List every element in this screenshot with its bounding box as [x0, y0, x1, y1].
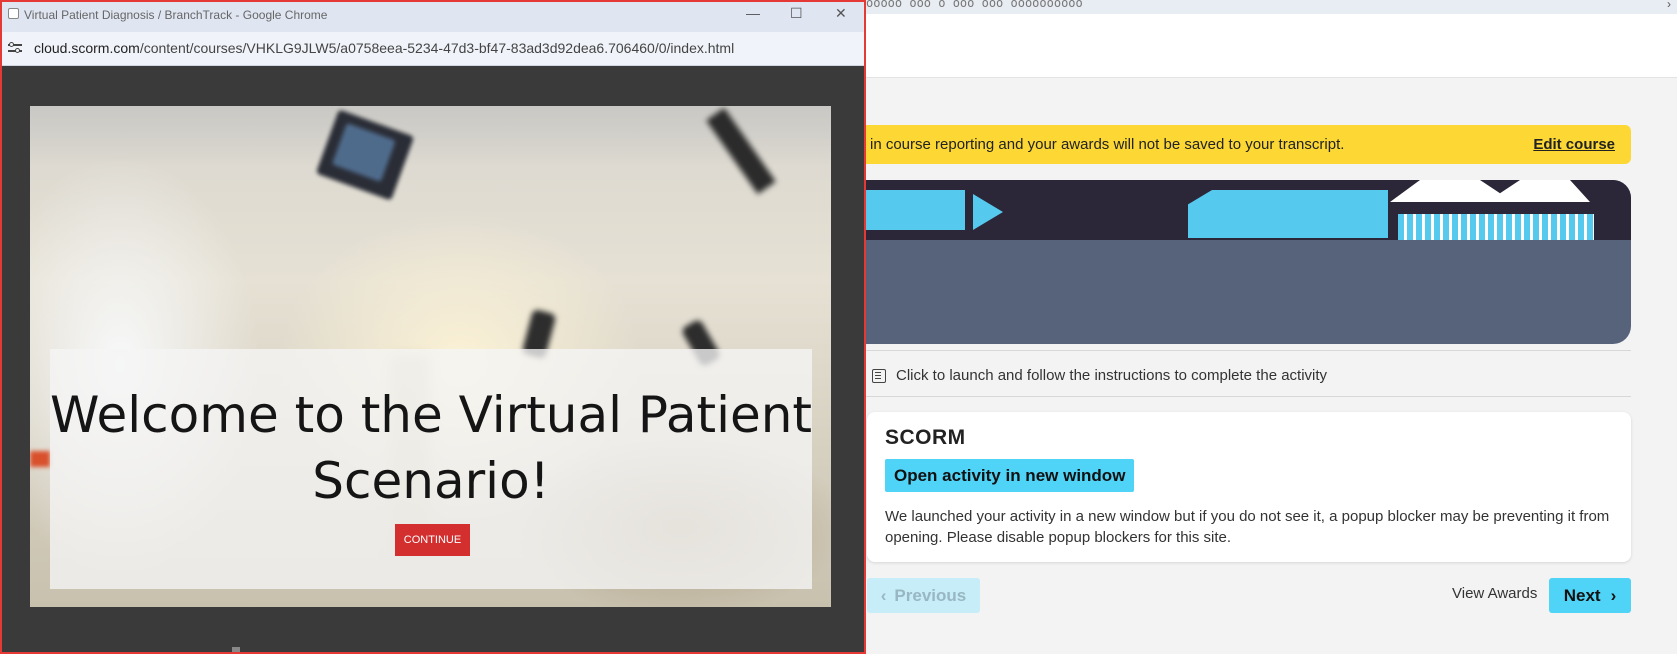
course-hero-image [850, 180, 1631, 344]
chevron-right-icon: › [1610, 585, 1617, 605]
next-button[interactable]: Next › [1549, 578, 1631, 613]
chevron-left-icon: ‹ [880, 585, 887, 605]
hero-artwork [850, 180, 1631, 240]
continue-button[interactable]: CONTINUE [395, 524, 470, 556]
url-text[interactable]: cloud.scorm.com/content/courses/VHKLG9JL… [34, 40, 734, 56]
chevron-right-icon[interactable]: › [1667, 0, 1671, 11]
url-domain: cloud.scorm.com [34, 40, 140, 56]
background-tab-text: ooooo ooo o ooo ooo oooooooooo [866, 0, 1083, 10]
window-title: Virtual Patient Diagnosis / BranchTrack … [24, 8, 328, 22]
open-activity-button[interactable]: Open activity in new window [885, 459, 1135, 492]
divider [850, 396, 1631, 397]
site-settings-icon[interactable] [8, 42, 22, 54]
popup-window: Virtual Patient Diagnosis / BranchTrack … [0, 0, 866, 654]
warning-banner: in course reporting and your awards will… [850, 125, 1631, 164]
activity-card: SCORM Open activity in new window We lau… [867, 412, 1631, 562]
activity-instructions: Click to launch and follow the instructi… [872, 367, 1327, 384]
close-icon[interactable]: ✕ [835, 5, 847, 22]
previous-label: Previous [894, 585, 967, 605]
edit-course-link[interactable]: Edit course [1533, 136, 1615, 153]
banner-text: in course reporting and your awards will… [870, 136, 1345, 153]
address-bar[interactable]: cloud.scorm.com/content/courses/VHKLG9JL… [2, 32, 864, 66]
url-path: /content/courses/VHKLG9JLW5/a0758eea-523… [139, 40, 735, 56]
instructions-text: Click to launch and follow the instructi… [896, 367, 1328, 384]
document-icon [872, 368, 886, 383]
page-favicon-icon [8, 8, 19, 19]
popup-blocker-message: We launched your activity in a new windo… [885, 508, 1610, 546]
welcome-panel: Welcome to the Virtual Patient Scenario!… [50, 349, 812, 589]
next-label: Next [1563, 585, 1601, 605]
resize-handle[interactable] [232, 647, 240, 652]
view-awards-link[interactable]: View Awards [1452, 585, 1537, 602]
activity-title: SCORM [885, 426, 966, 449]
divider [850, 350, 1631, 351]
welcome-heading: Welcome to the Virtual Patient Scenario! [50, 386, 813, 510]
maximize-icon[interactable]: ☐ [790, 5, 803, 22]
window-titlebar[interactable]: Virtual Patient Diagnosis / BranchTrack … [2, 2, 864, 32]
previous-button[interactable]: ‹ Previous [867, 578, 980, 613]
minimize-icon[interactable]: — [746, 5, 760, 21]
